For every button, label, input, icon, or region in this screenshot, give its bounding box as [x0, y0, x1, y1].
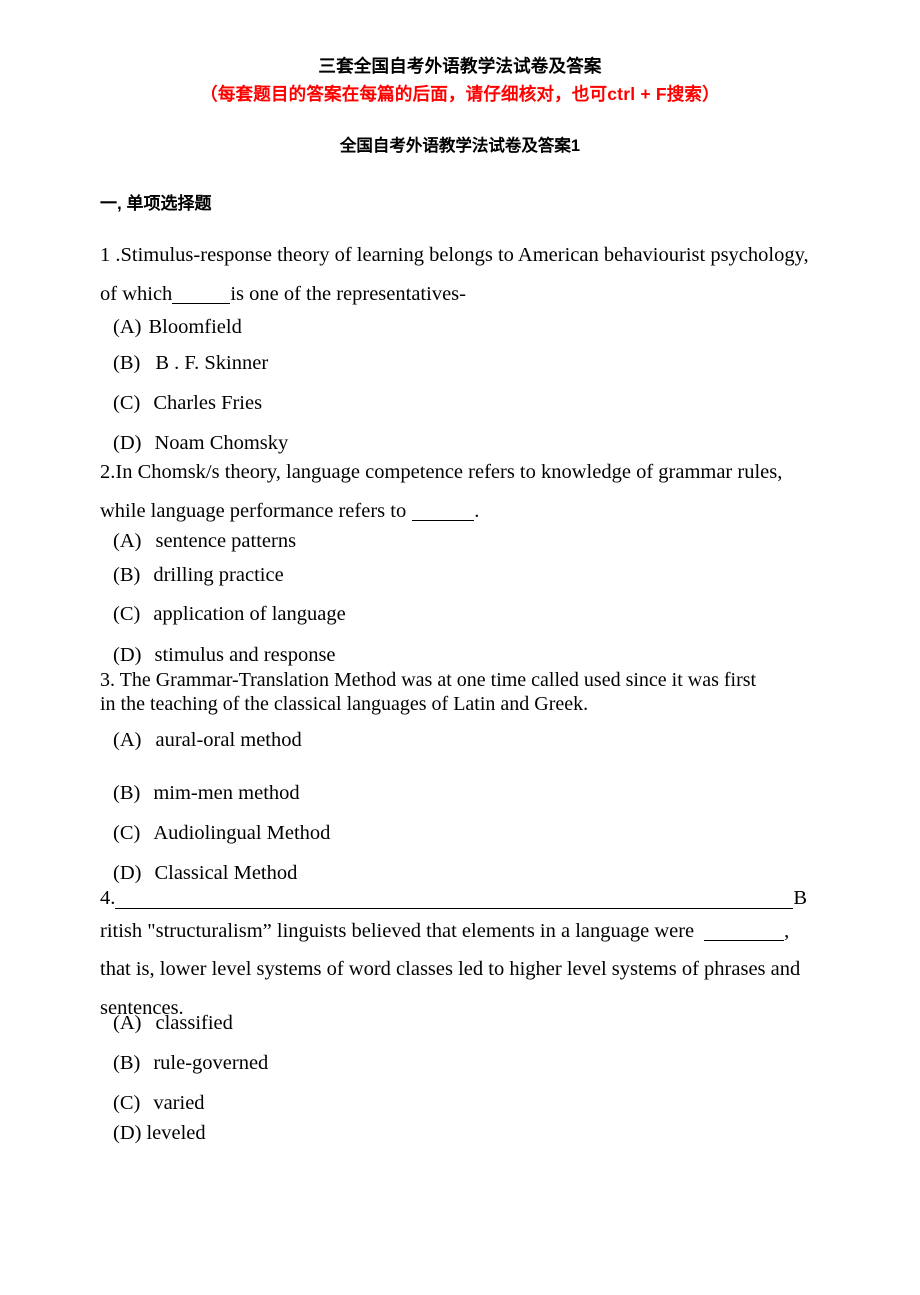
question-2-option-c[interactable]: (C) application of language: [113, 604, 346, 625]
question-2-blank: [412, 501, 475, 521]
option-label: (C): [113, 603, 141, 625]
question-4-blank: [704, 921, 785, 941]
option-label: (A): [113, 729, 142, 751]
question-3-stem-line-1: 3. The Grammar-Translation Method was at…: [100, 669, 757, 691]
option-text: Audiolingual Method: [153, 822, 331, 844]
question-3-stem-line-2: in the teaching of the classical languag…: [100, 693, 589, 715]
option-label: (D): [113, 1122, 142, 1144]
paper-heading: 全国自考外语教学法试卷及答案1: [339, 137, 581, 155]
option-text: stimulus and response: [154, 644, 336, 666]
question-4-long-blank: [115, 889, 794, 909]
option-label: (A): [113, 530, 142, 552]
question-1-stem-line-2-after: is one of the representatives-: [230, 282, 466, 305]
question-1-stem: 1 .Stimulus-response theory of learning …: [100, 245, 809, 304]
option-text: Classical Method: [154, 862, 298, 884]
question-2-stem-line-2-before: while language performance refers to: [100, 499, 407, 522]
option-label: (B): [113, 782, 141, 804]
question-4-option-c[interactable]: (C) varied: [113, 1093, 205, 1114]
question-2-option-b[interactable]: (B) drilling practice: [113, 565, 284, 586]
question-4-stem: 4. B ritish "structuralism” linguists bel…: [100, 888, 807, 1018]
option-label: (C): [113, 822, 141, 844]
option-text: Bloomfield: [148, 316, 242, 338]
question-1-option-d[interactable]: (D) Noam Chomsky: [113, 433, 288, 454]
question-1-option-a[interactable]: (A) Bloomfield: [113, 317, 242, 338]
question-4-stem-line-1-suffix: B: [793, 887, 808, 909]
option-label: (D): [113, 862, 142, 884]
document-page: 三套全国自考外语教学法试卷及答案 （每套题目的答案在每篇的后面，请仔细核对，也可…: [0, 0, 920, 1295]
question-1-stem-line-1: 1 .Stimulus-response theory of learning …: [100, 244, 809, 266]
option-text: rule-governed: [153, 1052, 269, 1074]
question-4-stem-line-1-prefix: 4.: [100, 887, 116, 909]
question-4-option-a[interactable]: (A) classified: [113, 1013, 233, 1034]
option-text: drilling practice: [153, 564, 284, 586]
question-4-stem-line-2-after: ,: [784, 919, 790, 942]
question-4-stem-line-3: that is, lower level systems of word cla…: [100, 958, 801, 980]
question-1-option-b[interactable]: (B) B . F. Skinner: [113, 353, 268, 374]
document-title: 三套全国自考外语教学法试卷及答案: [318, 56, 602, 76]
option-text: sentence patterns: [155, 530, 297, 552]
option-text: Charles Fries: [153, 392, 263, 414]
option-label: (B): [113, 1052, 141, 1074]
question-3-option-a[interactable]: (A) aural-oral method: [113, 730, 302, 751]
option-label: (D): [113, 644, 142, 666]
option-text: B . F. Skinner: [155, 352, 269, 374]
question-4-stem-line-1: 4. B: [100, 888, 807, 909]
option-text: varied: [153, 1092, 205, 1114]
option-text: leveled: [146, 1122, 206, 1144]
question-1-blank: [172, 284, 231, 304]
option-label: (C): [113, 392, 141, 414]
question-2-stem-line-1: 2.In Chomsk/s theory, language competenc…: [100, 461, 783, 483]
option-text: classified: [155, 1012, 233, 1034]
section-heading: 一, 单项选择题: [100, 194, 212, 213]
question-4-option-d[interactable]: (D) leveled: [113, 1123, 206, 1144]
question-4-stem-line-2-before: ritish "structuralism” linguists believe…: [100, 919, 695, 942]
question-4-stem-line-2: ritish "structuralism” linguists believe…: [100, 919, 807, 942]
question-2-option-a[interactable]: (A) sentence patterns: [113, 531, 296, 552]
option-text: aural-oral method: [155, 729, 302, 751]
question-3-stem: 3. The Grammar-Translation Method was at…: [100, 670, 756, 714]
question-3-option-b[interactable]: (B) mim-men method: [113, 783, 300, 804]
option-label: (C): [113, 1092, 141, 1114]
option-label: (A): [113, 316, 142, 338]
option-text: application of language: [153, 603, 346, 625]
question-3-option-c[interactable]: (C) Audiolingual Method: [113, 823, 330, 844]
option-label: (A): [113, 1012, 142, 1034]
question-3-option-d[interactable]: (D) Classical Method: [113, 863, 297, 884]
question-2-stem-line-2: while language performance refers to.: [100, 499, 782, 522]
question-2-option-d[interactable]: (D) stimulus and response: [113, 645, 336, 666]
option-label: (B): [113, 352, 141, 374]
question-2-stem-line-2-after: .: [474, 499, 480, 522]
question-1-stem-line-2-before: of which: [100, 282, 173, 305]
question-1-stem-line-2: of which is one of the representatives-: [100, 282, 809, 305]
question-4-option-b[interactable]: (B) rule-governed: [113, 1053, 268, 1074]
question-1-option-c[interactable]: (C) Charles Fries: [113, 393, 262, 414]
question-2-stem: 2.In Chomsk/s theory, language competenc…: [100, 462, 782, 521]
option-label: (B): [113, 564, 141, 586]
option-text: Noam Chomsky: [154, 432, 289, 454]
option-label: (D): [113, 432, 142, 454]
document-subnote: （每套题目的答案在每篇的后面，请仔细核对，也可ctrl + F搜索）: [200, 84, 720, 104]
option-text: mim-men method: [153, 782, 300, 804]
